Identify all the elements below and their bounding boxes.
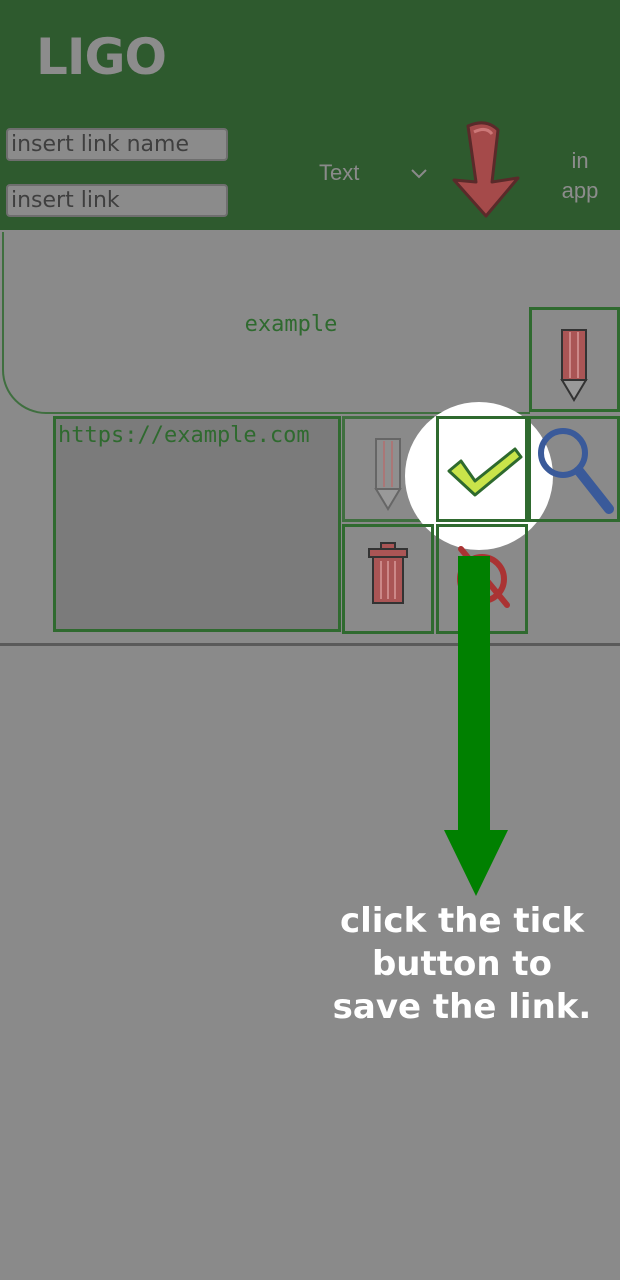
link-type-select[interactable]: Text [319, 160, 359, 186]
save-tick-button[interactable] [436, 416, 528, 522]
edit-title-button[interactable] [529, 307, 620, 412]
pencil-icon [560, 329, 588, 402]
link-name-input[interactable]: insert link name [6, 128, 228, 161]
chevron-down-icon[interactable] [408, 162, 430, 184]
link-title: example [244, 312, 338, 337]
add-link-arrow-icon[interactable] [446, 120, 524, 218]
trash-icon [368, 542, 408, 604]
app-logo: LIGO [36, 28, 167, 86]
checkmark-icon [447, 447, 523, 497]
delete-link-button[interactable] [342, 524, 434, 634]
open-link-button[interactable] [528, 416, 620, 522]
tutorial-arrow-icon [444, 556, 508, 896]
card-divider [0, 643, 620, 646]
magnifier-icon [538, 428, 614, 514]
link-url-input[interactable]: insert link [6, 184, 228, 217]
link-url-textarea[interactable]: https://example.com [53, 416, 341, 632]
open-in-app-toggle[interactable]: in app [556, 146, 604, 206]
tutorial-message: click the tick button to save the link. [332, 901, 592, 1027]
